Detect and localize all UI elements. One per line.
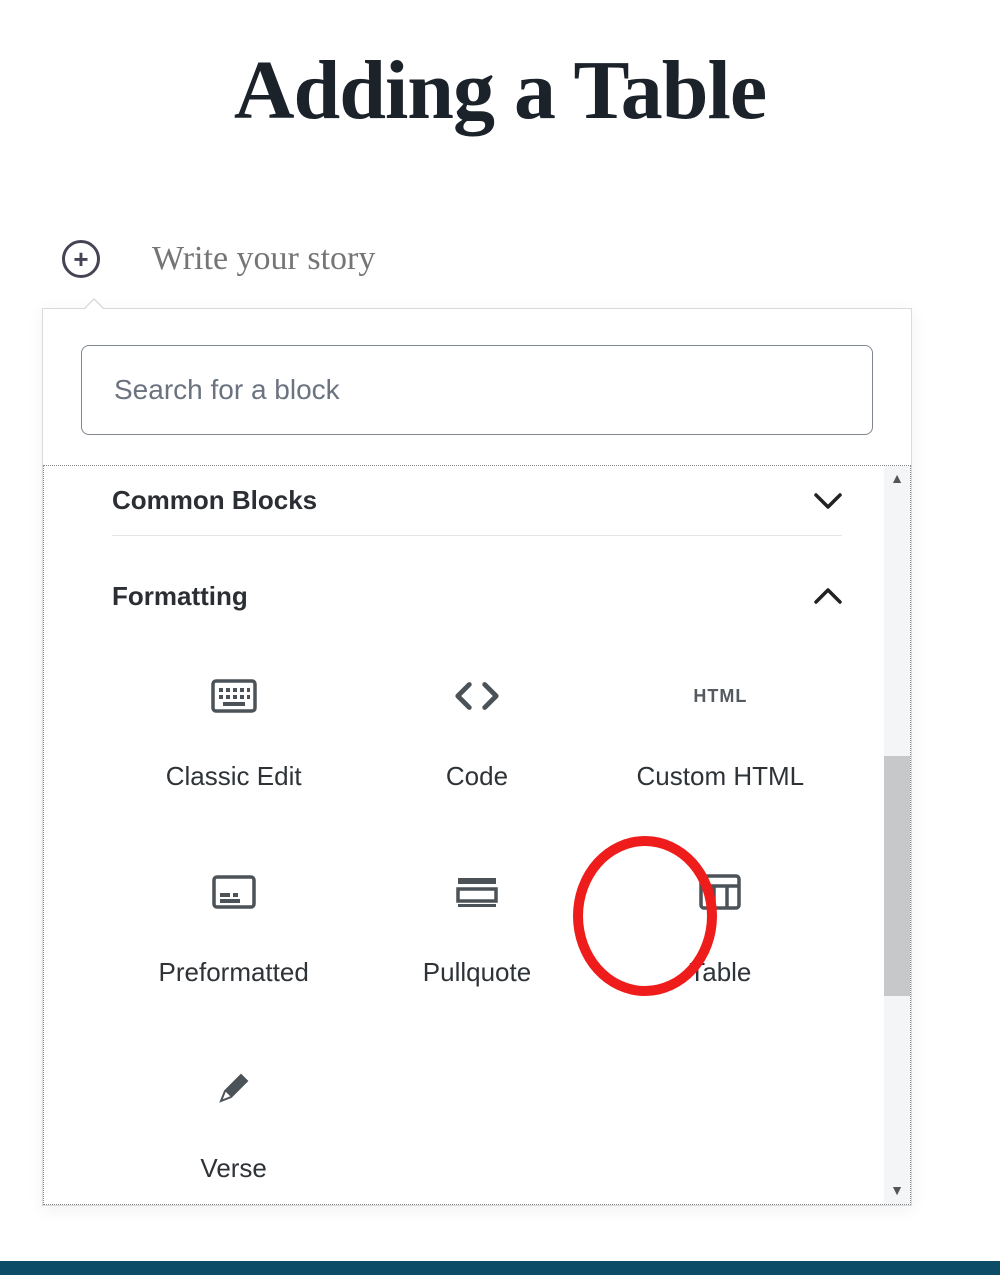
- html-icon: HTML: [696, 676, 744, 716]
- block-label: Custom HTML: [637, 761, 805, 792]
- preformatted-icon: [210, 872, 258, 912]
- page-title: Adding a Table: [0, 0, 1000, 137]
- scroll-up-arrow-icon[interactable]: ▲: [890, 466, 904, 490]
- search-wrap: [43, 309, 911, 465]
- block-preformatted[interactable]: Preformatted: [112, 872, 355, 988]
- scroll-down-arrow-icon[interactable]: ▼: [890, 1178, 904, 1202]
- block-verse[interactable]: Verse: [112, 1068, 355, 1184]
- keyboard-icon: [210, 676, 258, 716]
- category-label: Common Blocks: [112, 485, 317, 516]
- block-label: Code: [446, 761, 508, 792]
- plus-icon: +: [73, 246, 88, 272]
- code-icon: [453, 676, 501, 716]
- category-common-blocks[interactable]: Common Blocks: [112, 466, 842, 536]
- add-block-button[interactable]: +: [62, 240, 100, 278]
- block-label: Classic Edit: [166, 761, 302, 792]
- formatting-blocks-grid: Classic Edit Code HTML Custom: [112, 676, 842, 1184]
- block-inserter-popover: Common Blocks Formatting: [42, 308, 912, 1206]
- category-formatting[interactable]: Formatting: [112, 566, 842, 636]
- pencil-icon: [210, 1068, 258, 1108]
- block-label: Verse: [200, 1153, 267, 1184]
- bottom-bar: [0, 1261, 1000, 1275]
- block-table[interactable]: Table: [599, 872, 842, 988]
- pullquote-icon: [453, 872, 501, 912]
- block-label: Table: [689, 957, 751, 988]
- chevron-up-icon: [814, 587, 842, 605]
- scrollbar[interactable]: ▲ ▼: [884, 466, 910, 1204]
- chevron-down-icon: [814, 492, 842, 510]
- scroll-thumb[interactable]: [884, 756, 910, 996]
- category-label: Formatting: [112, 581, 248, 612]
- block-label: Preformatted: [159, 957, 309, 988]
- editor-row: +: [62, 240, 852, 278]
- block-categories: Common Blocks Formatting: [43, 465, 911, 1205]
- block-pullquote[interactable]: Pullquote: [355, 872, 598, 988]
- block-label: Pullquote: [423, 957, 531, 988]
- block-search-input[interactable]: [81, 345, 873, 435]
- story-input[interactable]: [152, 240, 852, 278]
- popover-arrow: [83, 298, 105, 309]
- block-custom-html[interactable]: HTML Custom HTML: [599, 676, 842, 792]
- table-icon: [696, 872, 744, 912]
- block-classic-edit[interactable]: Classic Edit: [112, 676, 355, 792]
- block-code[interactable]: Code: [355, 676, 598, 792]
